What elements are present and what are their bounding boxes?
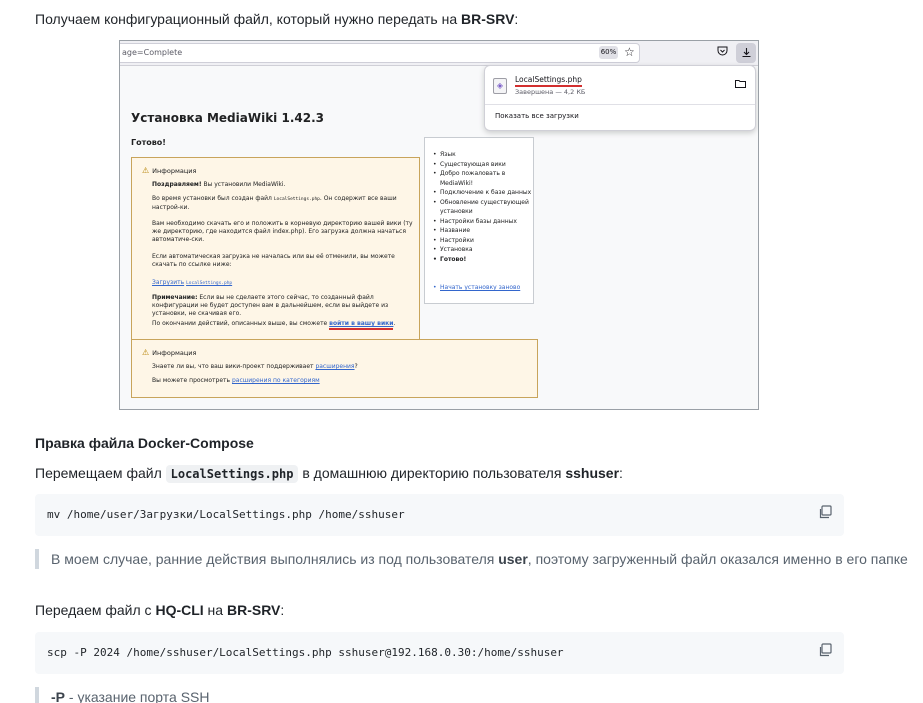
move-paragraph: Перемещаем файл LocalSettings.php в дома… bbox=[35, 465, 623, 483]
step-item: Настройки bbox=[433, 236, 533, 246]
download-link[interactable]: Загрузить LocalSettings.php bbox=[152, 279, 414, 288]
intro-target: BR-SRV bbox=[461, 11, 515, 27]
code-block-mv: mv /home/user/Загрузки/LocalSettings.php… bbox=[35, 494, 844, 536]
downloads-panel: ◈ LocalSettings.php Завершена — 4,2 КБ П… bbox=[484, 65, 756, 131]
step-item: Название bbox=[433, 226, 533, 236]
bookmark-star-icon[interactable]: ☆ bbox=[624, 45, 635, 59]
download-file-name[interactable]: LocalSettings.php bbox=[515, 75, 582, 87]
note-text: Примечание: Если вы не сделаете этого се… bbox=[152, 294, 389, 317]
enter-wiki-link[interactable]: войти в вашу вики bbox=[329, 320, 394, 330]
page-title: Установка MediaWiki 1.42.3 bbox=[131, 111, 324, 125]
extensions-link[interactable]: расширения bbox=[315, 363, 354, 370]
extensions-text: Знаете ли вы, что ваш вики-проект поддер… bbox=[152, 363, 358, 370]
url-bar[interactable]: age=Complete bbox=[120, 43, 640, 63]
browser-toolbar: age=Complete 60% ☆ bbox=[120, 41, 758, 66]
manual-download-text: Если автоматическая загрузка не началась… bbox=[152, 253, 395, 268]
code-block-scp: scp -P 2024 /home/sshuser/LocalSettings.… bbox=[35, 632, 844, 674]
warning-icon: ⚠ bbox=[142, 348, 150, 357]
warning-icon: ⚠ bbox=[142, 166, 150, 175]
download-instructions: Вам необходимо скачать его и положить в … bbox=[152, 220, 413, 243]
step-item: Язык bbox=[433, 150, 533, 160]
final-text: По окончании действий, описанных выше, в… bbox=[152, 320, 414, 330]
blockquote-port-note: -P - указание порта SSH bbox=[35, 687, 210, 703]
downloads-button[interactable] bbox=[736, 43, 756, 63]
show-all-downloads[interactable]: Показать все загрузки bbox=[495, 112, 579, 120]
pocket-icon[interactable] bbox=[717, 46, 728, 59]
step-item: Существующая вики bbox=[433, 160, 533, 170]
code-text: mv /home/user/Загрузки/LocalSettings.php… bbox=[47, 508, 405, 521]
info-box-main: ⚠ Информация Поздравляем! Вы установили M… bbox=[131, 157, 420, 340]
info-box-extensions: ⚠ Информация Знаете ли вы, что ваш вики-п… bbox=[131, 339, 538, 398]
categories-text: Вы можете просмотреть расширения по кате… bbox=[152, 377, 320, 384]
step-item: Настройки базы данных bbox=[433, 217, 533, 227]
zoom-indicator[interactable]: 60% bbox=[599, 46, 618, 59]
download-arrow-icon bbox=[742, 48, 750, 58]
steps-list: Язык Существующая вики Добро пожаловать … bbox=[433, 150, 533, 264]
intro-paragraph: Получаем конфигурационный файл, который … bbox=[35, 11, 519, 27]
step-item: Установка bbox=[433, 245, 533, 255]
code-text: scp -P 2024 /home/sshuser/LocalSettings.… bbox=[47, 646, 564, 659]
php-file-icon: ◈ bbox=[493, 78, 507, 94]
panel-divider bbox=[485, 104, 755, 105]
info-heading: ⚠ Информация bbox=[142, 348, 197, 357]
step-item-current: Готово! bbox=[433, 255, 533, 265]
file-created-text: Во время установки был создан файл Local… bbox=[152, 195, 397, 211]
folder-icon[interactable] bbox=[735, 79, 746, 91]
blockquote-note: В моем случае, ранние действия выполняли… bbox=[35, 549, 908, 569]
transfer-paragraph: Передаем файл с HQ-CLI на BR-SRV: bbox=[35, 602, 285, 618]
categories-link[interactable]: расширения по категориям bbox=[232, 377, 320, 384]
copy-icon[interactable] bbox=[818, 643, 832, 657]
step-item: Подключение к базе данных bbox=[433, 188, 533, 198]
install-steps-sidebar: Язык Существующая вики Добро пожаловать … bbox=[424, 137, 534, 304]
installer-screenshot: age=Complete 60% ☆ Установка MediaWiki 1… bbox=[119, 40, 759, 410]
restart-install-link[interactable]: Начать установку заново bbox=[433, 284, 520, 291]
copy-icon[interactable] bbox=[818, 505, 832, 519]
download-status: Завершена — 4,2 КБ bbox=[515, 88, 586, 96]
section-heading: Правка файла Docker-Compose bbox=[35, 435, 254, 451]
inline-code-file: LocalSettings.php bbox=[165, 465, 299, 483]
congrats-text: Поздравляем! Вы установили MediaWiki. bbox=[152, 181, 286, 188]
step-item: Добро пожаловать в MediaWiki! bbox=[433, 169, 533, 188]
info-heading: ⚠ Информация bbox=[142, 166, 197, 175]
step-item: Обновление существующей установки bbox=[433, 198, 533, 217]
done-heading: Готово! bbox=[131, 138, 166, 147]
